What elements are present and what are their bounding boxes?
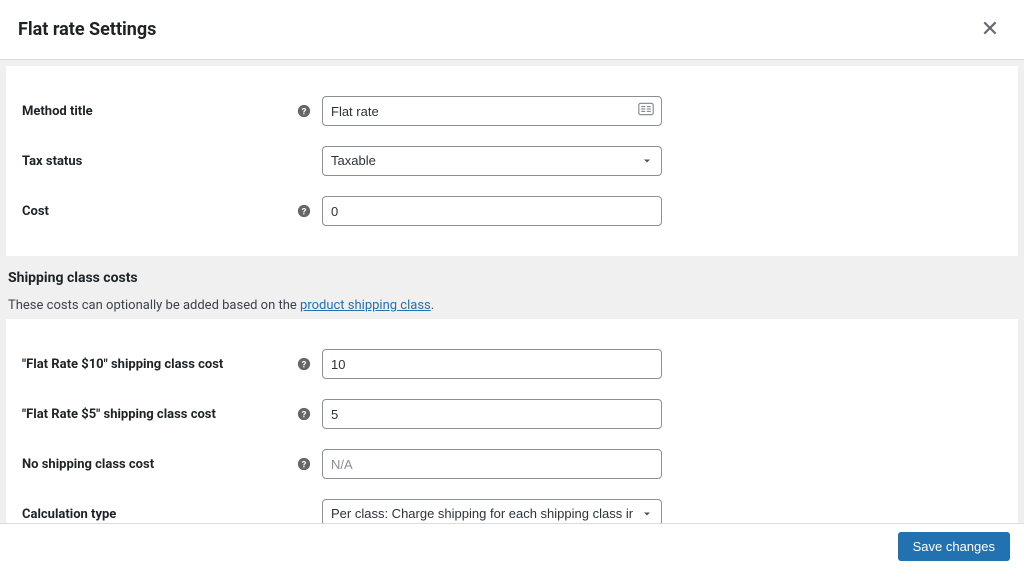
help-icon[interactable]: ? [296,356,312,372]
main-settings-panel: Method title ? Tax status Taxable [6,66,1018,256]
class10-input[interactable] [322,349,662,379]
calc-type-select[interactable]: Per class: Charge shipping for each ship… [322,499,662,523]
no-class-label: No shipping class cost [22,457,154,472]
calc-type-row: Calculation type Per class: Charge shipp… [22,489,1002,523]
shipping-class-panel: "Flat Rate $10" shipping class cost ? "F… [6,319,1018,523]
method-title-input-wrap [322,96,662,126]
svg-text:?: ? [302,460,307,471]
svg-text:?: ? [302,360,307,371]
method-title-label: Method title [22,104,93,119]
calc-type-label-wrap: Calculation type [22,507,322,522]
class10-label-wrap: "Flat Rate $10" shipping class cost ? [22,356,322,372]
method-title-row: Method title ? [22,86,1002,136]
no-class-input-wrap [322,449,662,479]
tax-status-select[interactable]: Taxable [322,146,662,176]
svg-text:?: ? [302,107,307,118]
help-icon[interactable]: ? [296,456,312,472]
cost-input[interactable] [322,196,662,226]
shipping-class-desc: These costs can optionally be added base… [8,298,1016,313]
no-class-input[interactable] [322,449,662,479]
save-changes-button[interactable]: Save changes [898,532,1010,561]
method-title-label-wrap: Method title ? [22,103,322,119]
cost-input-wrap [322,196,662,226]
class5-row: "Flat Rate $5" shipping class cost ? [22,389,1002,439]
modal-body: Method title ? Tax status Taxable [0,60,1024,523]
cost-row: Cost ? [22,186,1002,236]
svg-text:?: ? [302,410,307,421]
tax-status-input-wrap: Taxable [322,146,662,176]
class10-input-wrap [322,349,662,379]
tax-status-label-wrap: Tax status [22,154,322,169]
class10-row: "Flat Rate $10" shipping class cost ? [22,339,1002,389]
cost-label: Cost [22,204,49,219]
product-shipping-class-link[interactable]: product shipping class [300,298,431,313]
method-title-input[interactable] [322,96,662,126]
class5-input-wrap [322,399,662,429]
help-icon[interactable]: ? [296,103,312,119]
close-button[interactable]: ✕ [974,13,1006,45]
svg-text:?: ? [302,207,307,218]
calc-type-input-wrap: Per class: Charge shipping for each ship… [322,499,662,523]
calc-type-label: Calculation type [22,507,116,522]
close-icon: ✕ [981,16,999,42]
modal-header: Flat rate Settings ✕ [0,0,1024,60]
class5-label-wrap: "Flat Rate $5" shipping class cost ? [22,406,322,422]
shipping-class-title: Shipping class costs [8,270,1016,286]
no-class-row: No shipping class cost ? [22,439,1002,489]
help-icon[interactable]: ? [296,406,312,422]
help-icon[interactable]: ? [296,203,312,219]
shipping-class-heading: Shipping class costs These costs can opt… [6,270,1018,313]
tax-status-row: Tax status Taxable [22,136,1002,186]
modal-title: Flat rate Settings [18,19,156,40]
class10-label: "Flat Rate $10" shipping class cost [22,357,223,372]
no-class-label-wrap: No shipping class cost ? [22,456,322,472]
tax-status-label: Tax status [22,154,82,169]
class5-label: "Flat Rate $5" shipping class cost [22,407,216,422]
settings-modal: Flat rate Settings ✕ Method title ? Tax … [0,0,1024,569]
class5-input[interactable] [322,399,662,429]
modal-footer: Save changes [0,523,1024,569]
cost-label-wrap: Cost ? [22,203,322,219]
